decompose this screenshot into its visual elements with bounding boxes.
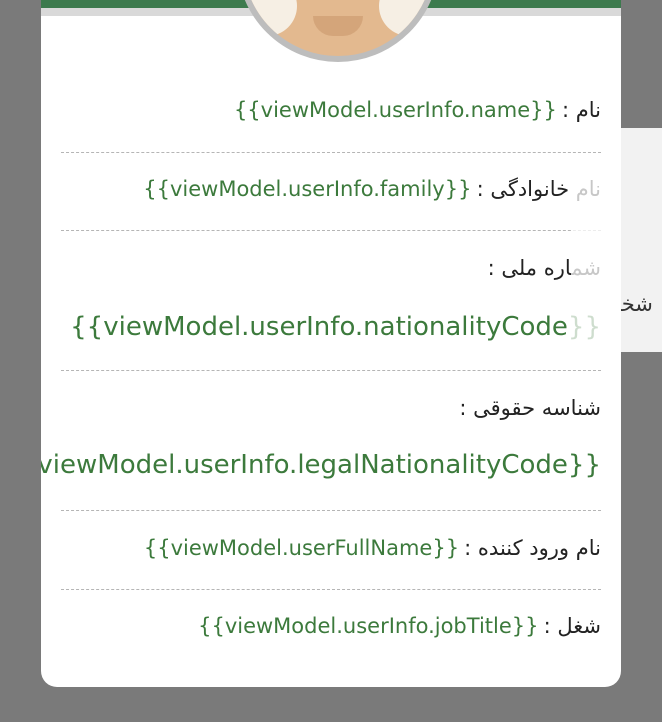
- field-separator: [61, 230, 601, 231]
- field-separator: [61, 589, 601, 590]
- field-name-label: نام :: [562, 98, 601, 122]
- avatar-chin: [313, 16, 363, 36]
- avatar-hair-left: [243, 0, 297, 36]
- field-national-code-value: {{viewModel.userInfo.nationalityCode}}: [70, 312, 601, 342]
- field-separator: [61, 152, 601, 153]
- field-user-full-name-label: نام ورود کننده :: [464, 536, 601, 560]
- field-job-title: شغل : {{viewModel.userInfo.jobTitle}}: [198, 614, 601, 638]
- field-family: نام خانوادگی : {{viewModel.userInfo.fami…: [143, 177, 601, 201]
- field-legal-code-label-row: شناسه حقوقی :: [459, 396, 601, 420]
- field-name: نام : {{viewModel.userInfo.name}}: [234, 98, 601, 122]
- edge-fade-overlay: [571, 170, 601, 350]
- field-name-value: {{viewModel.userInfo.name}}: [233, 98, 557, 122]
- field-legal-code-value: {{viewModel.userInfo.legalNationalityCod…: [41, 450, 601, 480]
- user-avatar: [237, 0, 439, 62]
- field-user-full-name: نام ورود کننده : {{viewModel.userFullNam…: [144, 536, 601, 560]
- field-legal-code-value-row: {{viewModel.userInfo.legalNationalityCod…: [41, 450, 601, 480]
- field-user-full-name-value: {{viewModel.userFullName}}: [143, 536, 460, 560]
- field-separator: [61, 510, 601, 511]
- field-national-code-value-row: {{viewModel.userInfo.nationalityCode}}: [70, 312, 601, 342]
- user-profile-card: نام : {{viewModel.userInfo.name}} نام خا…: [41, 0, 621, 687]
- field-separator: [61, 370, 601, 371]
- avatar-hair-right: [379, 0, 433, 36]
- field-job-title-label: شغل :: [543, 614, 601, 638]
- field-job-title-value: {{viewModel.userInfo.jobTitle}}: [198, 614, 539, 638]
- field-legal-code-label: شناسه حقوقی :: [459, 396, 601, 420]
- field-family-value: {{viewModel.userInfo.family}}: [143, 177, 472, 201]
